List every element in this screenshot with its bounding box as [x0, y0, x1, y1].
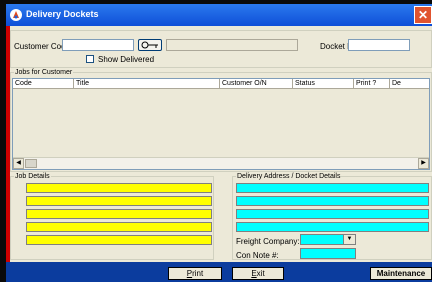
job-detail-field-2[interactable] [26, 196, 212, 206]
title-bar[interactable]: Delivery Dockets ✕ [6, 4, 432, 26]
delivery-group-label: Delivery Address / Docket Details [236, 173, 342, 180]
freight-company-label: Freight Company: [236, 237, 300, 246]
job-detail-field-3[interactable] [26, 209, 212, 219]
job-detail-field-1[interactable] [26, 183, 212, 193]
job-details-group-label: Job Details [14, 173, 51, 180]
exit-button[interactable]: Exit [232, 267, 284, 280]
freight-company-combo[interactable]: ▼ [300, 234, 356, 245]
delivery-dockets-window: Delivery Dockets ✕ Customer Code: Docket… [6, 4, 432, 282]
key-icon [141, 41, 158, 49]
delivery-address-field-3[interactable] [236, 209, 429, 219]
column-header-customer-on[interactable]: Customer O/N [220, 79, 293, 88]
jobs-grid[interactable]: Code Title Customer O/N Status Print ? D… [12, 78, 430, 170]
chevron-down-icon[interactable]: ▼ [343, 235, 355, 244]
maintenance-button[interactable]: Maintenance [370, 267, 432, 280]
customer-lookup-button[interactable] [138, 39, 162, 51]
delivery-address-field-4[interactable] [236, 222, 429, 232]
column-header-print[interactable]: Print ? [354, 79, 390, 88]
scroll-left-icon[interactable]: ◀ [13, 158, 24, 169]
job-detail-field-4[interactable] [26, 222, 212, 232]
app-icon [10, 9, 22, 21]
column-header-de[interactable]: De [390, 79, 429, 88]
scroll-thumb[interactable] [25, 159, 37, 168]
show-delivered-checkbox[interactable] [86, 55, 94, 63]
print-button[interactable]: Print [168, 267, 222, 280]
scroll-right-icon[interactable]: ▶ [418, 158, 429, 169]
column-header-status[interactable]: Status [293, 79, 354, 88]
con-note-label: Con Note #: [236, 251, 279, 260]
show-delivered-label: Show Delivered [98, 55, 155, 64]
jobs-group-label: Jobs for Customer [14, 69, 74, 76]
close-icon: ✕ [417, 8, 429, 22]
docket-no-input[interactable] [348, 39, 410, 51]
customer-name-display [166, 39, 298, 51]
customer-code-input[interactable] [62, 39, 134, 51]
window-title: Delivery Dockets [26, 9, 99, 19]
command-bar: Print Exit Maintenance [6, 262, 432, 282]
close-button[interactable]: ✕ [414, 6, 432, 24]
column-header-code[interactable]: Code [13, 79, 74, 88]
client-area: Customer Code: Docket No: Show Delivered… [10, 26, 432, 262]
con-note-field[interactable] [300, 248, 356, 259]
jobs-grid-header: Code Title Customer O/N Status Print ? D… [13, 79, 429, 89]
delivery-address-field-2[interactable] [236, 196, 429, 206]
column-header-title[interactable]: Title [74, 79, 220, 88]
jobs-horizontal-scrollbar[interactable]: ◀ ▶ [13, 157, 429, 169]
delivery-address-field-1[interactable] [236, 183, 429, 193]
job-detail-field-5[interactable] [26, 235, 212, 245]
